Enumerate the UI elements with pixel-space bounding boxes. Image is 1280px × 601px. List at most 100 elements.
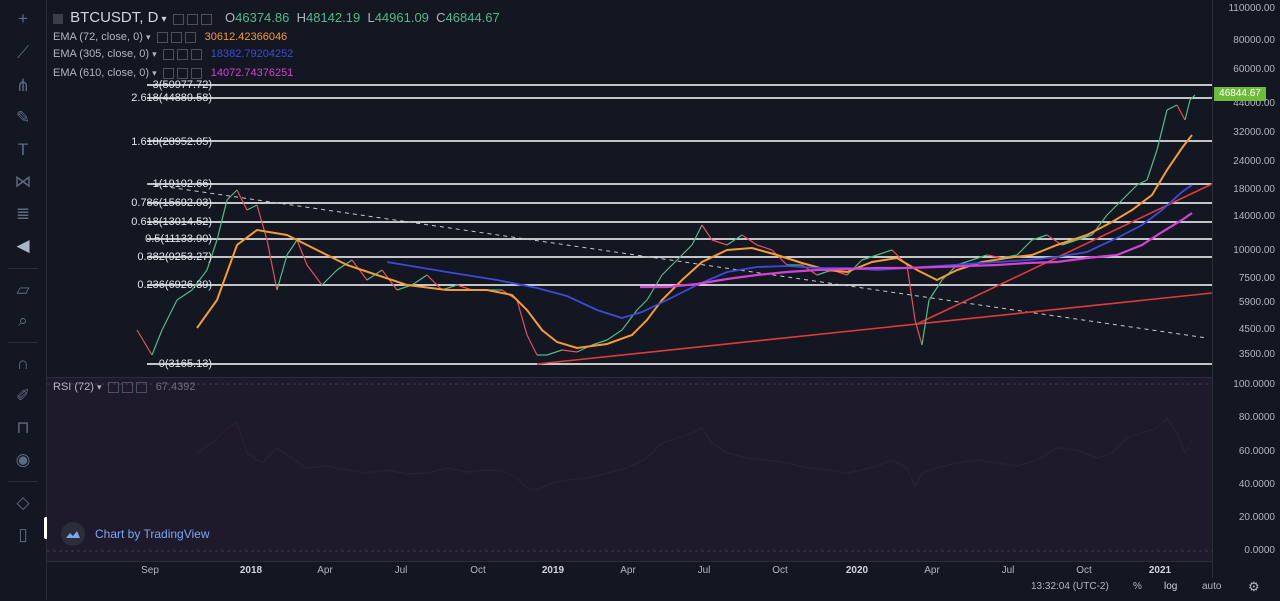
price-tick: 18000.00 — [1233, 184, 1275, 195]
indicator-label[interactable]: EMA (305, close, 0) — [53, 48, 149, 60]
indicator-legend-ema610[interactable]: EMA (610, close, 0) ▾ 14072.74376251 — [53, 67, 293, 79]
magnet-icon[interactable]: ∩ — [12, 353, 34, 375]
price-tick: 32000.00 — [1233, 127, 1275, 138]
price-segment — [906, 264, 916, 321]
settings-icon[interactable] — [156, 31, 168, 43]
close-icon[interactable] — [200, 13, 212, 25]
cloud-logo-icon — [61, 522, 85, 546]
settings-icon[interactable] — [162, 48, 174, 60]
indicator-value: 30612.42366046 — [204, 31, 288, 43]
zoom-icon[interactable]: ⌕ — [12, 310, 34, 332]
text-icon[interactable]: T — [12, 139, 34, 161]
trend-line-icon[interactable]: ⟋ — [12, 42, 34, 64]
time-tick: Oct — [1076, 565, 1092, 576]
chevron-down-icon[interactable]: ▾ — [97, 382, 102, 392]
visibility-icon[interactable] — [176, 67, 188, 79]
ema-72-line — [196, 134, 1193, 350]
fib-label: 1.618(28952.05) — [131, 136, 212, 148]
price-tick: 14000.00 — [1233, 211, 1275, 222]
toolbar-divider — [8, 342, 38, 343]
visibility-icon[interactable] — [121, 381, 133, 393]
price-segment — [1146, 149, 1158, 181]
fib-tools-icon[interactable]: ≣ — [12, 203, 34, 225]
rsi-pane[interactable] — [47, 377, 1212, 562]
eye-icon[interactable]: ◉ — [12, 449, 34, 471]
settings-gear-icon[interactable]: ⚙ — [1248, 579, 1260, 595]
price-segment — [136, 329, 153, 356]
chevron-down-icon[interactable]: ▾ — [161, 14, 166, 25]
rsi-line — [196, 416, 1193, 491]
price-segment — [1176, 104, 1186, 121]
percent-toggle[interactable]: % — [1133, 581, 1142, 592]
layers-icon[interactable]: ◇ — [12, 492, 34, 514]
chevron-down-icon[interactable]: ▾ — [146, 32, 151, 42]
rsi-legend[interactable]: RSI (72) ▾ 67.4392 — [53, 381, 195, 393]
collapse-legend-icon[interactable] — [53, 14, 63, 25]
price-segment — [661, 259, 678, 276]
price-segment — [176, 289, 193, 301]
visibility-icon[interactable] — [176, 48, 188, 60]
rsi-label[interactable]: RSI (72) — [53, 381, 94, 393]
price-segment — [546, 349, 563, 356]
price-tick: 60000.00 — [1233, 64, 1275, 75]
settings-icon[interactable] — [172, 13, 184, 25]
fib-label: 3(50977.72) — [152, 79, 212, 91]
visibility-icon[interactable] — [186, 13, 198, 25]
price-segment — [151, 329, 163, 356]
chevron-down-icon[interactable]: ▾ — [152, 49, 157, 59]
price-segment — [676, 244, 693, 261]
rsi-value: 67.4392 — [155, 381, 196, 393]
crosshair-icon[interactable]: + — [12, 8, 34, 30]
close-icon[interactable] — [190, 67, 202, 79]
price-tick: 5900.00 — [1238, 297, 1275, 308]
price-segment — [236, 189, 248, 211]
time-tick: Apr — [317, 565, 333, 576]
clock-timezone[interactable]: 13:32:04 (UTC-2) — [1031, 581, 1109, 592]
price-segment — [1166, 104, 1178, 111]
indicator-legend-ema72[interactable]: EMA (72, close, 0) ▾ 30612.42366046 — [53, 31, 287, 43]
rsi-tick: 0.0000 — [1244, 545, 1275, 556]
indicator-label[interactable]: EMA (72, close, 0) — [53, 31, 143, 43]
pitchfork-icon[interactable]: ⋔ — [12, 75, 34, 97]
lock-icon[interactable]: ⊓ — [12, 417, 34, 439]
symbol-title[interactable]: BTCUSDT, D — [70, 9, 158, 26]
price-segment — [321, 269, 338, 286]
toolbar-divider — [8, 481, 38, 482]
log-scale-toggle[interactable]: log — [1164, 581, 1177, 592]
indicator-label[interactable]: EMA (610, close, 0) — [53, 67, 149, 79]
auto-scale-toggle[interactable]: auto — [1202, 581, 1221, 592]
chevron-down-icon[interactable]: ▾ — [152, 68, 157, 78]
symbol-legend[interactable]: BTCUSDT, D ▾ — [53, 9, 212, 26]
lock-drawing-icon[interactable]: ✐ — [12, 385, 34, 407]
branding-text[interactable]: Chart by TradingView — [95, 527, 210, 541]
settings-icon[interactable] — [162, 67, 174, 79]
ruler-icon[interactable]: ▱ — [12, 279, 34, 301]
close-icon[interactable] — [190, 48, 202, 60]
close-icon[interactable] — [135, 381, 147, 393]
price-segment — [1156, 109, 1168, 151]
price-tick: 7500.00 — [1238, 273, 1275, 284]
tradingview-branding[interactable]: Chart by TradingView — [61, 522, 210, 546]
trash-icon[interactable]: ▯ — [12, 524, 34, 546]
price-tick: 10000.00 — [1233, 245, 1275, 256]
price-segment — [411, 274, 428, 286]
price-segment — [621, 309, 638, 331]
indicator-value: 18382.79204252 — [210, 48, 294, 60]
visibility-icon[interactable] — [170, 31, 182, 43]
price-segment — [226, 189, 238, 201]
price-tick: 110000.00 — [1228, 3, 1275, 14]
settings-icon[interactable] — [107, 381, 119, 393]
high-label: H — [296, 10, 306, 25]
back-arrow-icon[interactable]: ◀ — [12, 235, 34, 257]
price-segment — [1016, 239, 1033, 256]
time-tick: Jul — [697, 565, 711, 576]
price-segment — [741, 234, 758, 246]
price-segment — [1184, 99, 1191, 121]
price-segment — [526, 334, 538, 356]
indicator-legend-ema305[interactable]: EMA (305, close, 0) ▾ 18382.79204252 — [53, 48, 293, 60]
brush-icon[interactable]: ✎ — [12, 107, 34, 129]
price-tick: 3500.00 — [1238, 349, 1275, 360]
pattern-icon[interactable]: ⋈ — [12, 171, 34, 193]
rsi-tick: 20.0000 — [1238, 512, 1275, 523]
close-icon[interactable] — [184, 31, 196, 43]
